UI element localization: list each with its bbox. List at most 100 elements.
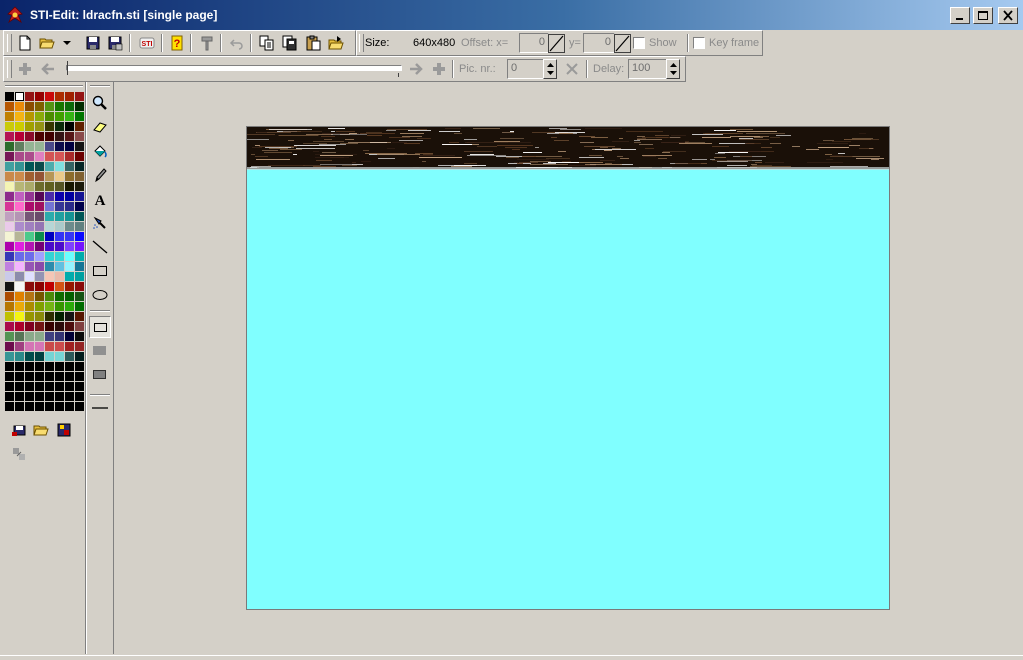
palette-swatch[interactable] [5,342,14,351]
palette-swatch[interactable] [5,292,14,301]
palette-swatch[interactable] [15,192,24,201]
palette-swatch[interactable] [75,162,84,171]
palette-swatch[interactable] [25,252,34,261]
toolbar-grip[interactable] [359,34,364,52]
palette-swatch[interactable] [55,152,64,161]
paste-button[interactable] [304,34,322,52]
palette-swatch[interactable] [15,312,24,321]
palette-swatch[interactable] [35,392,44,401]
palette-swatch[interactable] [45,342,54,351]
palette-swatch[interactable] [65,362,74,371]
palette-swatch[interactable] [45,362,54,371]
palette-swatch[interactable] [5,352,14,361]
palette-swatch[interactable] [55,342,64,351]
palette-swatch[interactable] [45,282,54,291]
outline-mode-option[interactable] [89,316,111,338]
palette-swatch[interactable] [35,322,44,331]
palette-swatch[interactable] [55,222,64,231]
palette-swatch[interactable] [55,232,64,241]
palette-swatch[interactable] [35,242,44,251]
palette-swatch[interactable] [35,262,44,271]
palette-swatch[interactable] [55,172,64,181]
palette-swatch[interactable] [5,392,14,401]
palette-swatch[interactable] [45,382,54,391]
palette-swatch[interactable] [75,262,84,271]
palette-swatch[interactable] [15,162,24,171]
palette-swatch[interactable] [5,242,14,251]
palette-swatch[interactable] [45,222,54,231]
palette-swatch[interactable] [25,322,34,331]
palette-swatch[interactable] [15,202,24,211]
palette-swatch[interactable] [5,132,14,141]
palette-swatch[interactable] [15,322,24,331]
palette-swatch[interactable] [25,362,34,371]
hammer-button[interactable] [198,34,216,52]
palette-swatch[interactable] [45,112,54,121]
palette-swatch[interactable] [25,212,34,221]
offset-y-input[interactable]: 0 [583,33,615,53]
palette-swatch[interactable] [75,312,84,321]
palette-swatch[interactable] [65,182,74,191]
palette-swatch[interactable] [55,312,64,321]
pic-nr-input[interactable]: 0 [507,59,545,79]
palette-swatch[interactable] [35,372,44,381]
palette-swatch[interactable] [35,92,44,101]
palette-swatch[interactable] [75,392,84,401]
palette-swatch[interactable] [55,182,64,191]
palette-swatch[interactable] [25,312,34,321]
palette-swatch[interactable] [15,152,24,161]
palette-swatch[interactable] [65,142,74,151]
palette-swatch[interactable] [45,152,54,161]
palette-swatch[interactable] [15,132,24,141]
palette-swatch[interactable] [35,332,44,341]
pencil-tool[interactable] [89,164,111,186]
palette-swatch[interactable] [35,302,44,311]
palette-swatch[interactable] [45,192,54,201]
close-button[interactable] [998,7,1018,24]
palette-swatch[interactable] [35,162,44,171]
palette-swatch[interactable] [65,282,74,291]
palette-swatch[interactable] [65,112,74,121]
palette-swatch[interactable] [65,172,74,181]
palette-swatch[interactable] [35,102,44,111]
palette-swatch[interactable] [55,252,64,261]
palette-swatch[interactable] [25,162,34,171]
palette-swatch[interactable] [45,292,54,301]
palette-swatch[interactable] [25,382,34,391]
palette-swatch[interactable] [15,182,24,191]
palette-swatch[interactable] [5,192,14,201]
palette-swatch[interactable] [75,342,84,351]
palette-swatch[interactable] [35,112,44,121]
palette-swatch[interactable] [35,132,44,141]
text-tool[interactable]: A [89,188,111,210]
fill-tool[interactable] [89,140,111,162]
palette-swatch[interactable] [45,122,54,131]
palette-swatch[interactable] [5,372,14,381]
palette-swatch[interactable] [15,252,24,261]
palette-swatch[interactable] [35,122,44,131]
import-button[interactable] [327,34,345,52]
palette-swatch[interactable] [75,222,84,231]
palette-swatch[interactable] [75,382,84,391]
palette-swatch[interactable] [75,122,84,131]
palette-swatch[interactable] [75,192,84,201]
palette-swatch[interactable] [55,202,64,211]
palette-swatch[interactable] [5,162,14,171]
frame-slider[interactable] [66,61,402,77]
palette-swatch[interactable] [25,202,34,211]
palette-swatch[interactable] [15,232,24,241]
palette-swatch[interactable] [25,112,34,121]
palette-swatch[interactable] [35,252,44,261]
palette-swatch[interactable] [5,142,14,151]
palette-swatch[interactable] [55,162,64,171]
palette-swatch[interactable] [65,232,74,241]
key-frame-checkbox[interactable] [693,37,705,49]
palette-swatch[interactable] [35,382,44,391]
palette-swatch[interactable] [35,232,44,241]
palette-swatch[interactable] [45,302,54,311]
toolbar-grip[interactable] [7,34,12,52]
palette-swatch[interactable] [5,272,14,281]
palette-swatch[interactable] [25,92,34,101]
palette-swatch[interactable] [55,322,64,331]
palette-swatch[interactable] [55,242,64,251]
